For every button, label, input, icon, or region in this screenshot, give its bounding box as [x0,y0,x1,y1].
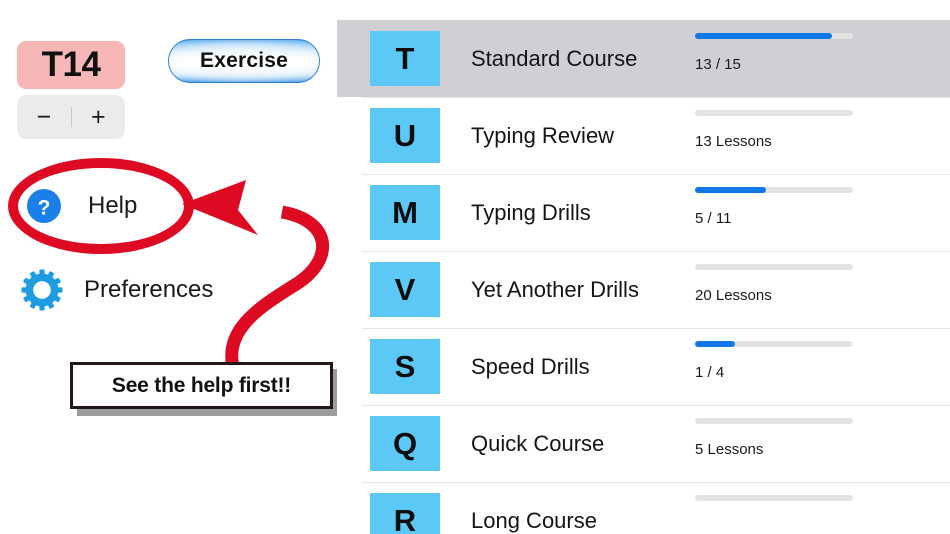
progress-track [695,264,853,270]
progress-track [695,110,853,116]
row-separator [362,482,950,483]
progress-caption: 20 Lessons [695,287,772,304]
course-name: Quick Course [471,430,605,456]
course-progress-block: 5 Lessons [695,418,895,458]
progress-track [695,187,853,193]
level-increment-button[interactable]: + [72,95,126,139]
level-badge: T14 [17,41,125,89]
progress-fill [695,33,833,39]
sidebar-item-preferences-label: Preferences [84,276,214,303]
course-name: Speed Drills [471,353,590,379]
annotation-callout: See the help first!! [70,362,340,416]
sidebar-item-preferences[interactable]: Preferences [20,268,213,312]
course-progress-block: 20 Lessons [695,264,895,304]
row-separator [362,174,950,175]
level-badge-label: T14 [41,45,101,84]
course-progress-block: 13 / 15 [695,33,895,73]
row-separator [362,251,950,252]
course-row[interactable]: V Yet Another Drills 20 Lessons [337,251,950,328]
progress-caption: 5 Lessons [695,441,764,458]
list-top-spacer [337,0,950,20]
course-list[interactable]: T Standard Course 13 / 15 U Typing Review 13 … [337,0,950,534]
course-letter-tile: R [370,493,440,534]
course-progress-block: 13 Lessons [695,110,895,150]
course-row[interactable]: S Speed Drills 1 / 4 [337,328,950,405]
course-name: Typing Review [471,122,615,148]
course-name: Standard Course [471,45,638,71]
callout-text: See the help first!! [111,373,292,397]
course-row[interactable]: U Typing Review 13 Lessons [337,97,950,174]
progress-fill [695,187,767,193]
course-letter-tile: M [370,185,440,240]
course-letter-tile: T [370,31,440,86]
sidebar-item-help[interactable]: ? Help [22,184,137,228]
row-separator [362,328,950,329]
course-name: Yet Another Drills [471,276,639,302]
course-letter-tile: S [370,339,440,394]
row-separator [362,97,950,98]
row-separator [362,405,950,406]
exercise-button[interactable]: Exercise [168,39,320,83]
course-row[interactable]: T Standard Course 13 / 15 [337,20,950,97]
level-decrement-button[interactable]: − [17,95,71,139]
course-progress-block: 5 / 11 [695,187,895,227]
course-letter-tile: Q [370,416,440,471]
left-sidebar: T14 − + Exercise ? Help Preferences See … [0,0,340,534]
course-progress-block [695,495,895,518]
course-row[interactable]: R Long Course [337,482,950,534]
gear-icon [20,268,64,312]
course-letter-tile: U [370,108,440,163]
svg-text:?: ? [38,197,51,220]
progress-caption: 5 / 11 [695,210,732,227]
level-stepper[interactable]: − + [17,95,125,139]
course-row[interactable]: Q Quick Course 5 Lessons [337,405,950,482]
course-progress-block: 1 / 4 [695,341,895,381]
exercise-button-label: Exercise [199,49,288,72]
progress-track [695,341,853,347]
progress-fill [695,341,735,347]
progress-track [695,495,853,501]
progress-caption: 13 Lessons [695,133,772,150]
course-name: Long Course [471,507,597,533]
row-separator [362,20,950,21]
progress-caption: 13 / 15 [695,56,741,73]
app-root: T14 − + Exercise ? Help Preferences See … [0,0,950,534]
course-row[interactable]: M Typing Drills 5 / 11 [337,174,950,251]
course-letter-tile: V [370,262,440,317]
sidebar-item-help-label: Help [88,192,138,219]
progress-track [695,33,853,39]
question-circle-icon: ? [22,184,66,228]
progress-track [695,418,853,424]
progress-caption: 1 / 4 [695,364,725,381]
course-name: Typing Drills [471,199,591,225]
callout-box: See the help first!! [70,362,333,409]
